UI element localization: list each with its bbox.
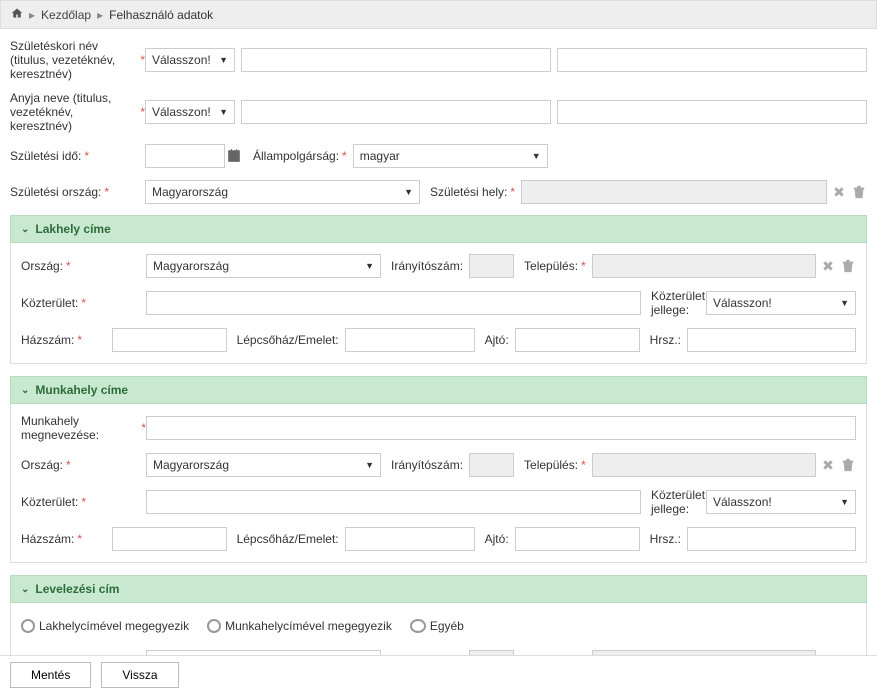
chevron-down-icon: ⌄	[21, 584, 29, 595]
res-floor-input[interactable]	[345, 328, 475, 352]
trash-icon[interactable]	[851, 184, 867, 200]
breadcrumb-home[interactable]: Kezdőlap	[41, 8, 91, 22]
clear-icon[interactable]: ✖	[820, 258, 836, 274]
work-houseno-input[interactable]	[112, 527, 227, 551]
chevron-right-icon: ▸	[29, 8, 35, 22]
work-floor-label: Lépcsőház/Emelet:	[237, 532, 339, 546]
trash-icon[interactable]	[840, 457, 856, 473]
birth-name-firstname-input[interactable]	[557, 48, 867, 72]
res-topo-label: Hrsz.:	[650, 333, 681, 347]
res-door-label: Ajtó:	[485, 333, 509, 347]
res-topo-input[interactable]	[687, 328, 856, 352]
work-topo-input[interactable]	[687, 527, 856, 551]
back-button[interactable]: Vissza	[101, 662, 178, 688]
work-name-label: Munkahely megnevezése:	[21, 414, 138, 442]
calendar-icon[interactable]	[225, 144, 243, 168]
required-mark: *	[342, 149, 347, 163]
required-mark: *	[510, 185, 515, 199]
clear-icon[interactable]: ✖	[831, 184, 847, 200]
res-door-input[interactable]	[515, 328, 640, 352]
citizenship-label: Állampolgárság:	[253, 149, 339, 163]
section-mailing-title: Levelezési cím	[35, 582, 119, 596]
birth-name-label: Születéskori név (titulus, vezetéknév, k…	[10, 39, 137, 81]
trash-icon[interactable]	[840, 258, 856, 274]
birth-country-select[interactable]: Magyarország▼	[145, 180, 420, 204]
section-residence-title: Lakhely címe	[35, 222, 110, 236]
work-door-label: Ajtó:	[485, 532, 509, 546]
res-postal-input[interactable]	[469, 254, 514, 278]
work-postal-label: Irányítószám:	[391, 458, 463, 472]
res-street-type-select[interactable]: Válasszon!▼	[706, 291, 856, 315]
radio-same-residence[interactable]	[21, 619, 35, 633]
breadcrumb: ▸ Kezdőlap ▸ Felhasználó adatok	[0, 0, 877, 29]
work-country-select[interactable]: Magyarország▼	[146, 453, 381, 477]
work-street-label: Közterület:	[21, 495, 78, 509]
mail-country-select[interactable]: Magyarország▼	[146, 650, 381, 655]
birth-name-title-select[interactable]: Válasszon!▼	[145, 48, 235, 72]
birth-country-label: Születési ország:	[10, 185, 101, 199]
required-mark: *	[84, 149, 89, 163]
res-street-input[interactable]	[146, 291, 641, 315]
res-houseno-input[interactable]	[112, 328, 227, 352]
mother-name-lastname-input[interactable]	[241, 100, 551, 124]
res-floor-label: Lépcsőház/Emelet:	[237, 333, 339, 347]
section-workplace-title: Munkahely címe	[35, 383, 128, 397]
birth-date-input[interactable]	[145, 144, 225, 168]
mother-name-firstname-input[interactable]	[557, 100, 867, 124]
work-floor-input[interactable]	[345, 527, 475, 551]
work-street-type-label: Közterület jellege:	[651, 488, 705, 516]
chevron-down-icon: ⌄	[21, 385, 29, 396]
res-street-label: Közterület:	[21, 296, 78, 310]
mail-postal-input[interactable]	[469, 650, 514, 655]
work-houseno-label: Házszám:	[21, 532, 74, 546]
work-settlement-input[interactable]	[592, 453, 816, 477]
mother-name-title-select[interactable]: Válasszon!▼	[145, 100, 235, 124]
radio-same-residence-label[interactable]: Lakhelycímével megegyezik	[39, 619, 189, 633]
work-street-input[interactable]	[146, 490, 641, 514]
res-street-type-label: Közterület jellege:	[651, 289, 705, 317]
work-topo-label: Hrsz.:	[650, 532, 681, 546]
radio-other-label[interactable]: Egyéb	[430, 619, 464, 633]
section-mailing-header[interactable]: ⌄ Levelezési cím	[10, 575, 867, 603]
section-residence-header[interactable]: ⌄ Lakhely címe	[10, 215, 867, 243]
res-settlement-input[interactable]	[592, 254, 816, 278]
work-name-input[interactable]	[146, 416, 856, 440]
trash-icon[interactable]	[840, 654, 856, 655]
birth-date-label: Születési idő:	[10, 149, 81, 163]
mother-name-label: Anyja neve (titulus, vezetéknév, kereszt…	[10, 91, 137, 133]
mail-settlement-input[interactable]	[592, 650, 816, 655]
clear-icon[interactable]: ✖	[820, 457, 836, 473]
chevron-right-icon: ▸	[97, 8, 103, 22]
res-country-select[interactable]: Magyarország▼	[146, 254, 381, 278]
radio-other[interactable]	[410, 619, 426, 633]
radio-same-workplace-label[interactable]: Munkahelycímével megegyezik	[225, 619, 392, 633]
work-country-label: Ország:	[21, 458, 63, 472]
res-houseno-label: Házszám:	[21, 333, 74, 347]
res-settlement-label: Település:	[524, 259, 578, 273]
breadcrumb-current: Felhasználó adatok	[109, 8, 213, 22]
chevron-down-icon: ⌄	[21, 224, 29, 235]
required-mark: *	[104, 185, 109, 199]
footer-bar: Mentés Vissza	[0, 655, 877, 694]
res-postal-label: Irányítószám:	[391, 259, 463, 273]
res-country-label: Ország:	[21, 259, 63, 273]
work-street-type-select[interactable]: Válasszon!▼	[706, 490, 856, 514]
clear-icon[interactable]: ✖	[820, 654, 836, 655]
home-icon[interactable]	[11, 7, 23, 22]
section-workplace-header[interactable]: ⌄ Munkahely címe	[10, 376, 867, 404]
work-postal-input[interactable]	[469, 453, 514, 477]
radio-same-workplace[interactable]	[207, 619, 221, 633]
work-settlement-label: Település:	[524, 458, 578, 472]
birth-place-input[interactable]	[521, 180, 827, 204]
birth-place-label: Születési hely:	[430, 185, 507, 199]
citizenship-select[interactable]: magyar▼	[353, 144, 548, 168]
save-button[interactable]: Mentés	[10, 662, 91, 688]
work-door-input[interactable]	[515, 527, 640, 551]
birth-name-lastname-input[interactable]	[241, 48, 551, 72]
